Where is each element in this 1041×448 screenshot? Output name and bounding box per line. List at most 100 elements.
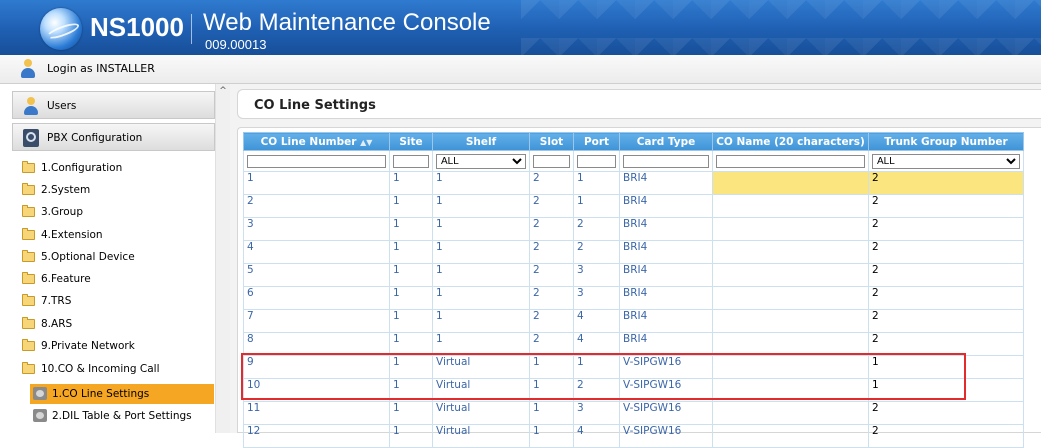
cell-trunk-group-number[interactable]: 2: [868, 286, 1024, 310]
column-header-co-line-number[interactable]: CO Line Number ▲▼: [243, 132, 390, 151]
table-row[interactable]: 4 1 1 2 2 BRI4 2: [243, 240, 1024, 264]
cell-trunk-group-number[interactable]: 2: [868, 217, 1024, 241]
cell-co-name[interactable]: [712, 355, 869, 379]
tree-folder-feature[interactable]: 6.Feature: [22, 270, 212, 290]
tree-folder-trs[interactable]: 7.TRS: [22, 292, 212, 312]
column-header-port[interactable]: Port: [573, 132, 620, 151]
tree-item-label: 1.CO Line Settings: [52, 388, 150, 400]
sidebar-users-label: Users: [47, 100, 77, 112]
filter-slot-input[interactable]: [533, 154, 570, 168]
column-header-trunk-group-number[interactable]: Trunk Group Number: [868, 132, 1024, 151]
cell-co-name[interactable]: [712, 217, 869, 241]
console-version: 009.00013: [205, 37, 267, 52]
scroll-up-arrow-icon[interactable]: ^: [218, 86, 228, 96]
cell-slot: 2: [529, 286, 574, 310]
sidebar-scrollbar[interactable]: ^: [215, 84, 230, 433]
sidebar-pbx-configuration-button[interactable]: PBX Configuration: [12, 123, 215, 151]
cell-trunk-group-number[interactable]: 2: [868, 240, 1024, 264]
cell-co-line-number: 1: [243, 171, 390, 195]
cell-trunk-group-number[interactable]: 2: [868, 263, 1024, 287]
settings-page-icon: [33, 387, 47, 400]
cell-trunk-group-number[interactable]: 2: [868, 309, 1024, 333]
tree-folder-optional-device[interactable]: 5.Optional Device: [22, 248, 212, 268]
tree-folder-group[interactable]: 3.Group: [22, 203, 212, 223]
column-header-site[interactable]: Site: [389, 132, 433, 151]
cell-trunk-group-number[interactable]: 2: [868, 194, 1024, 218]
cell-co-name[interactable]: [712, 240, 869, 264]
table-row[interactable]: 2 1 1 2 1 BRI4 2: [243, 194, 1024, 218]
cell-co-name[interactable]: [712, 401, 869, 425]
cell-co-name[interactable]: [712, 263, 869, 287]
table-row[interactable]: 12 1 Virtual 1 4 V-SIPGW16 2: [243, 424, 1024, 448]
table-row[interactable]: 8 1 1 2 4 BRI4 2: [243, 332, 1024, 356]
filter-row: ALL ALL: [243, 150, 1024, 172]
column-header-slot[interactable]: Slot: [529, 132, 574, 151]
tree-folder-system[interactable]: 2.System: [22, 181, 212, 201]
column-header-shelf[interactable]: Shelf: [432, 132, 530, 151]
cell-trunk-group-number[interactable]: 1: [868, 355, 1024, 379]
cell-card-type: BRI4: [619, 309, 713, 333]
cell-trunk-group-number[interactable]: 1: [868, 378, 1024, 402]
cell-card-type: BRI4: [619, 263, 713, 287]
cell-co-line-number: 6: [243, 286, 390, 310]
table-row[interactable]: 7 1 1 2 4 BRI4 2: [243, 309, 1024, 333]
cell-port: 1: [573, 171, 620, 195]
tree-folder-private-network[interactable]: 9.Private Network: [22, 337, 212, 357]
cell-co-name[interactable]: [712, 378, 869, 402]
cell-co-name[interactable]: [712, 424, 869, 448]
cell-trunk-group-number[interactable]: 2: [868, 171, 1024, 195]
cell-shelf: Virtual: [432, 378, 530, 402]
globe-logo-icon: [40, 8, 82, 50]
table-row[interactable]: 3 1 1 2 2 BRI4 2: [243, 217, 1024, 241]
cell-co-name[interactable]: [712, 309, 869, 333]
filter-shelf-select[interactable]: ALL: [436, 153, 526, 169]
cell-trunk-group-number[interactable]: 2: [868, 332, 1024, 356]
table-row[interactable]: 6 1 1 2 3 BRI4 2: [243, 286, 1024, 310]
cell-card-type: BRI4: [619, 217, 713, 241]
tree-folder-extension[interactable]: 4.Extension: [22, 226, 212, 246]
page-title: CO Line Settings: [254, 98, 376, 113]
filter-co-name-input[interactable]: [716, 154, 865, 168]
table-row[interactable]: 9 1 Virtual 1 1 V-SIPGW16 1: [243, 355, 1024, 379]
tree-folder-ars[interactable]: 8.ARS: [22, 315, 212, 335]
cell-co-name[interactable]: [712, 194, 869, 218]
folder-icon: [22, 317, 35, 329]
settings-page-icon: [33, 409, 47, 422]
tree-item-co-line-settings[interactable]: 1.CO Line Settings: [30, 384, 214, 404]
cell-shelf: 1: [432, 171, 530, 195]
pbx-configuration-icon: [23, 129, 39, 147]
cell-co-name[interactable]: [712, 286, 869, 310]
tree-folder-configuration[interactable]: 1.Configuration: [22, 159, 212, 179]
table-row[interactable]: 5 1 1 2 3 BRI4 2: [243, 263, 1024, 287]
cell-site: 1: [389, 378, 433, 402]
cell-port: 2: [573, 240, 620, 264]
cell-trunk-group-number[interactable]: 2: [868, 401, 1024, 425]
cell-co-name[interactable]: [712, 332, 869, 356]
table-row[interactable]: 11 1 Virtual 1 3 V-SIPGW16 2: [243, 401, 1024, 425]
cell-slot: 2: [529, 263, 574, 287]
filter-trunk-group-select[interactable]: ALL: [872, 153, 1020, 169]
table-row[interactable]: 1 1 1 2 1 BRI4 2: [243, 171, 1024, 195]
folder-icon: [22, 205, 35, 217]
sort-icon[interactable]: ▲▼: [360, 138, 372, 147]
console-title: Web Maintenance Console: [203, 9, 491, 36]
cell-trunk-group-number[interactable]: 2: [868, 424, 1024, 448]
tree-folder-label: 8.ARS: [41, 318, 73, 330]
sidebar-users-button[interactable]: Users: [12, 91, 215, 119]
cell-shelf: 1: [432, 240, 530, 264]
filter-site-input[interactable]: [393, 154, 429, 168]
table-row[interactable]: 10 1 Virtual 1 2 V-SIPGW16 1: [243, 378, 1024, 402]
column-header-co-name[interactable]: CO Name (20 characters): [712, 132, 869, 151]
cell-co-name[interactable]: [712, 171, 869, 195]
cell-slot: 1: [529, 401, 574, 425]
filter-card-type-input[interactable]: [623, 154, 709, 168]
cell-co-line-number: 5: [243, 263, 390, 287]
cell-site: 1: [389, 217, 433, 241]
tree-item-dil-table-port-settings[interactable]: 2.DIL Table & Port Settings: [30, 406, 214, 426]
filter-co-line-number-input[interactable]: [247, 154, 386, 168]
column-header-card-type[interactable]: Card Type: [619, 132, 713, 151]
tree-folder-co-incoming-call[interactable]: 10.CO & Incoming Call: [22, 360, 212, 380]
cell-site: 1: [389, 355, 433, 379]
folder-icon: [22, 161, 35, 173]
filter-port-input[interactable]: [577, 154, 616, 168]
